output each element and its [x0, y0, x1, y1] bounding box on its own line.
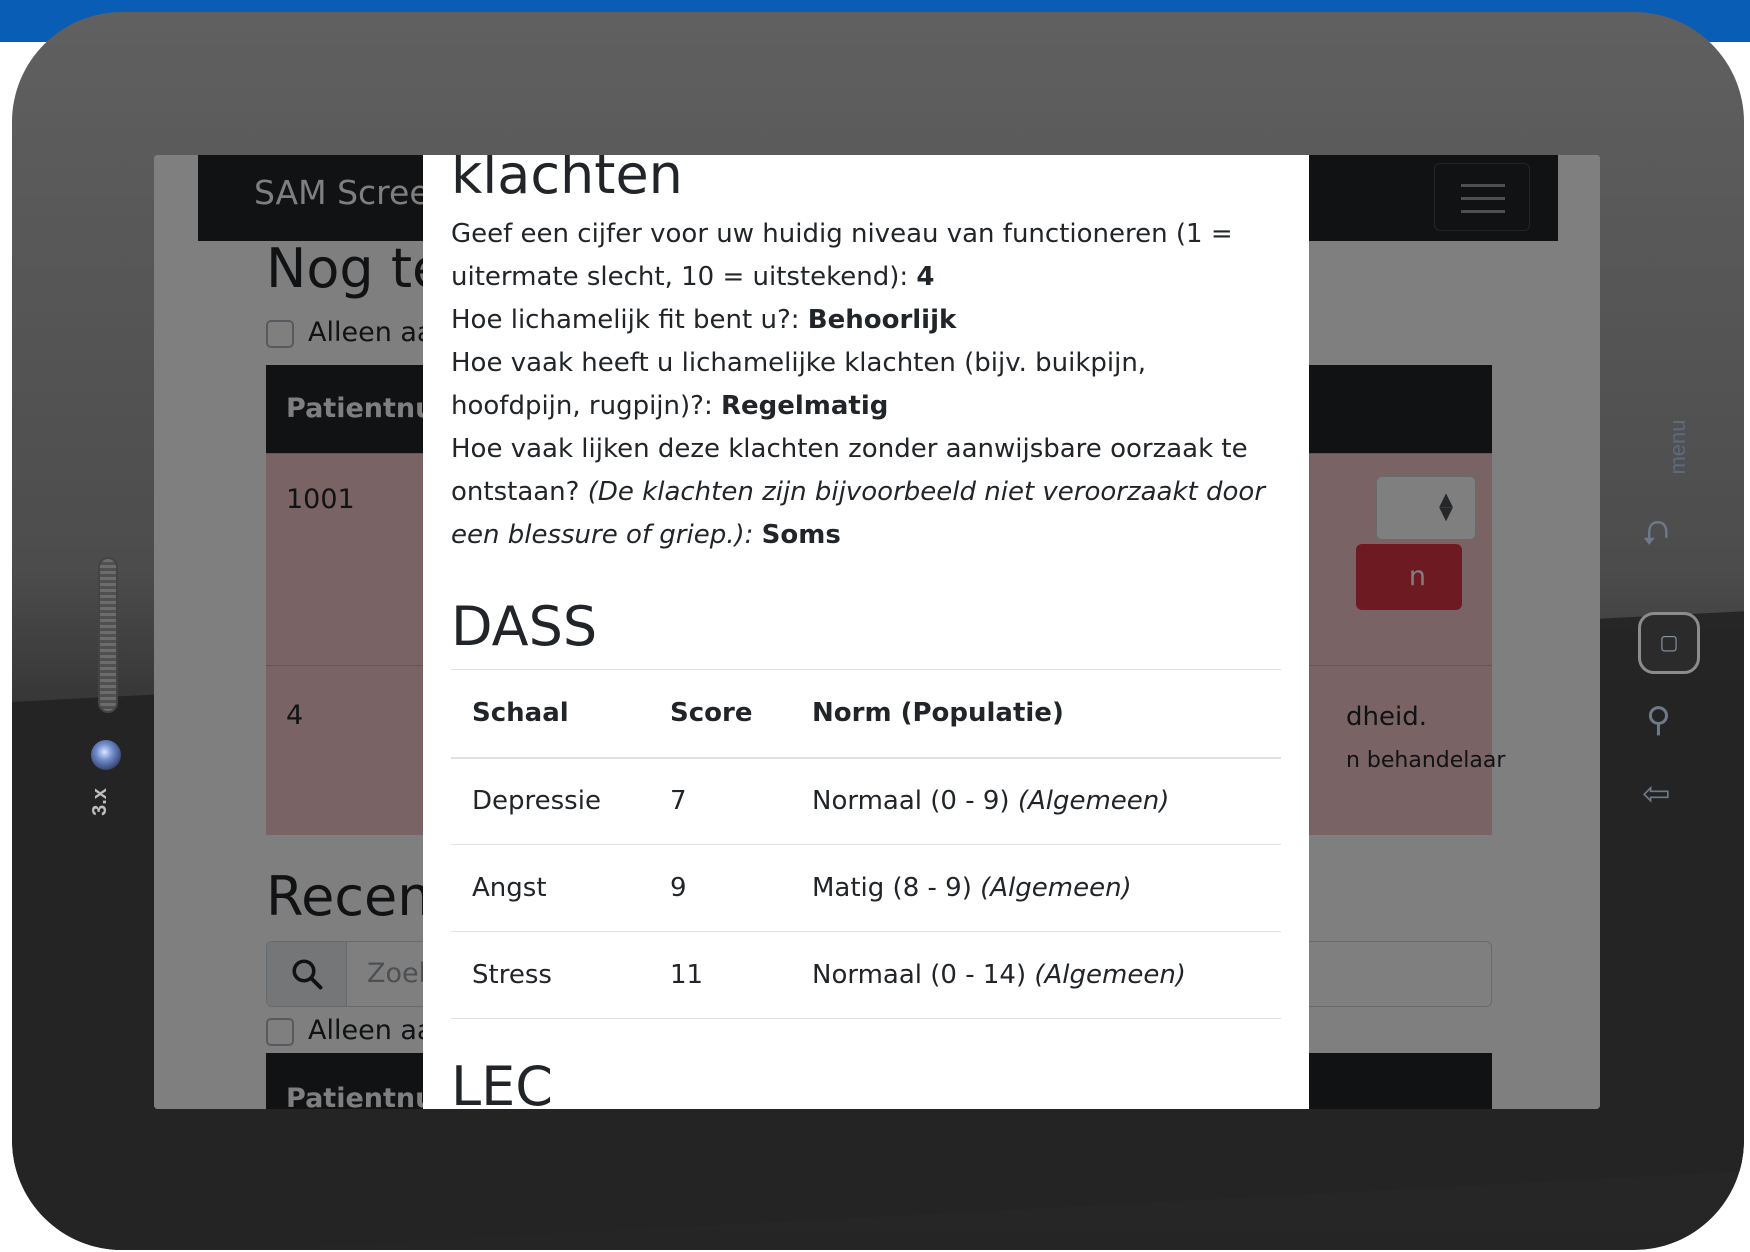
section-title-dass: DASS [451, 595, 598, 658]
back-icon[interactable]: ⇦ [1642, 774, 1671, 814]
norm-cell: Normaal (0 - 9) (Algemeen) [791, 757, 1281, 845]
scale-cell: Angst [451, 844, 649, 932]
answer: Regelmatig [720, 391, 889, 421]
norm-cell: Matig (8 - 9) (Algemeen) [791, 844, 1281, 932]
score-cell: 9 [649, 844, 791, 932]
column-header-schaal: Schaal [451, 669, 649, 759]
question-oorzaak: Hoe vaak lijken deze klachten zonder aan… [451, 434, 1266, 550]
results-modal: klachten Geef een cijfer voor uw huidig … [423, 155, 1309, 1109]
column-header-norm: Norm (Populatie) [791, 669, 1281, 759]
search-hw-icon[interactable]: ⚲ [1646, 700, 1671, 740]
speaker-grille [98, 557, 118, 713]
dass-header-row: Schaal Score Norm (Populatie) [451, 669, 1281, 759]
section-title-lec: LEC [451, 1055, 553, 1109]
question-lichamelijke-klachten: Hoe vaak heeft u lichamelijke klachten (… [451, 348, 1147, 421]
score-cell: 7 [649, 757, 791, 845]
score-cell: 11 [649, 931, 791, 1019]
table-row: Depressie 7 Normaal (0 - 9) (Algemeen) [451, 757, 1281, 845]
table-row: Angst 9 Matig (8 - 9) (Algemeen) [451, 844, 1281, 932]
question-functioneren: Geef een cijfer voor uw huidig niveau va… [451, 219, 1233, 292]
answer: 4 [916, 262, 935, 292]
question-fit: Hoe lichamelijk fit bent u?: Behoorlijk [451, 305, 957, 335]
norm-cell: Normaal (0 - 14) (Algemeen) [791, 931, 1281, 1019]
dass-table: Schaal Score Norm (Populatie) Depressie … [451, 669, 1281, 1019]
column-header-score: Score [649, 669, 791, 759]
home-button[interactable]: ▢ [1638, 612, 1700, 674]
scale-cell: Stress [451, 931, 649, 1019]
tablet-screen: SAM Scree Nog te Alleen aa Patientnu 100… [154, 155, 1600, 1109]
return-icon[interactable]: ⮏ [1642, 510, 1669, 567]
answer: Behoorlijk [807, 305, 957, 335]
table-row: Stress 11 Normaal (0 - 14) (Algemeen) [451, 931, 1281, 1019]
scale-cell: Depressie [451, 757, 649, 845]
answer: Soms [761, 520, 841, 550]
home-icon: ▢ [1659, 630, 1679, 654]
section-title-klachten: klachten [451, 155, 683, 206]
zoom-label: 3.x [89, 788, 111, 816]
camera-lens [91, 740, 121, 770]
menu-label[interactable]: menu [1663, 417, 1693, 477]
